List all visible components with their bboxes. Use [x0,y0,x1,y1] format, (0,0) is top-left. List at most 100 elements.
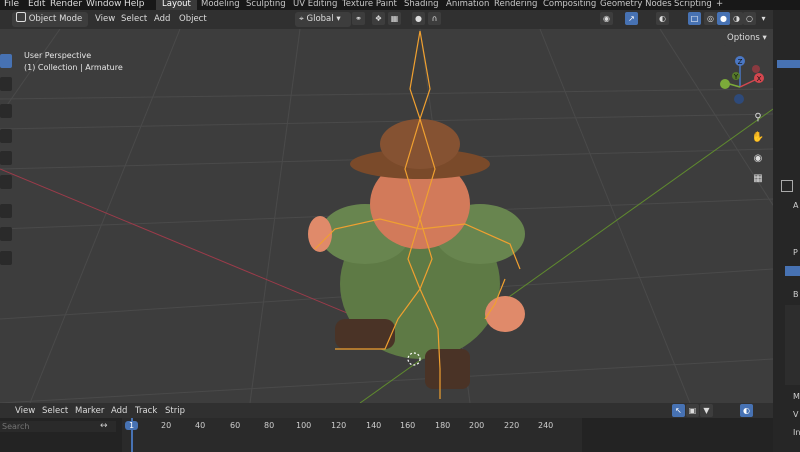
add-workspace-button[interactable]: + [710,0,729,10]
overlay-toggle-icon[interactable]: ◐ [740,404,753,417]
timeline-menu-strip[interactable]: Strip [165,404,185,419]
xray-icon[interactable]: □ [688,12,701,25]
menu-help[interactable]: Help [124,0,145,10]
options-label: Options [727,33,760,43]
frame-tick: 140 [366,421,382,430]
options-dropdown[interactable]: Options ▾ [723,31,771,46]
measure-tool-icon[interactable] [0,227,12,241]
top-menu-bar: File Edit Render Window Help Layout Mode… [0,0,800,10]
wireframe-shading-icon[interactable]: ◎ [704,12,717,25]
timeline-body[interactable]: ↔ [0,418,773,452]
object-mode-icon [16,12,26,22]
pan-hand-icon[interactable]: ✋ [749,129,767,147]
transform-tool-icon[interactable] [0,175,12,189]
timeline-menu-marker[interactable]: Marker [75,404,104,419]
gizmo-x-label: X [757,75,762,83]
properties-editor-icon[interactable] [781,180,793,192]
zoom-icon[interactable]: ⚲ [749,109,767,127]
menu-window[interactable]: Window [86,0,122,10]
rendered-shading-icon[interactable]: ○ [743,12,756,25]
frame-tick: 20 [161,421,172,430]
chevron-down-icon: ▾ [336,14,341,24]
panel-label-v: V [793,410,799,419]
tab-geometry-nodes[interactable]: Geometry Nodes [594,0,678,10]
header-menu-object[interactable]: Object [179,12,207,27]
frame-tick: 120 [331,421,347,430]
tab-sculpting[interactable]: Sculpting [240,0,292,10]
frame-tick: 160 [400,421,416,430]
right-side-panel: A P B M V In [773,10,800,452]
timeline-header: View Select Marker Add Track Strip ↖ ▣ ▼… [0,403,773,418]
panel-label-a: A [793,201,799,210]
chevron-down-icon: ▾ [762,33,767,43]
snap-icon[interactable]: ❖ [372,12,385,25]
frame-tick: 180 [435,421,451,430]
rotate-tool-icon[interactable] [0,129,12,143]
tab-texture-paint[interactable]: Texture Paint [336,0,403,10]
gizmo-z-label: Z [738,58,743,66]
frame-tick: 220 [504,421,520,430]
view-name-label: User Perspective [24,51,92,60]
orientation-label: Global [306,14,334,24]
scale-tool-icon[interactable] [0,151,12,165]
menu-file[interactable]: File [4,0,19,10]
timeline-menu-select[interactable]: Select [42,404,68,419]
frame-icon[interactable]: ▣ [686,404,699,417]
panel-active-tab[interactable] [785,266,800,276]
header-menu-select[interactable]: Select [121,12,147,27]
select-tool-icon[interactable] [0,54,12,68]
menu-render[interactable]: Render [50,0,82,10]
shading-options-icon[interactable]: ▾ [757,12,770,25]
frame-tick: 240 [538,421,554,430]
cursor-tool-icon[interactable] [0,77,12,91]
panel-label-p: P [793,248,798,257]
header-menu-view[interactable]: View [95,12,115,27]
frame-tick: 40 [195,421,206,430]
timeline-menu-track[interactable]: Track [135,404,157,419]
tab-rendering[interactable]: Rendering [488,0,543,10]
pivot-point-icon[interactable]: ⚭ [352,12,365,25]
falloff-icon[interactable]: ∩ [428,12,441,25]
tab-uv-editing[interactable]: UV Editing [287,0,343,10]
tab-shading[interactable]: Shading [398,0,445,10]
select-box-icon[interactable]: ↖ [672,404,685,417]
frame-tick: 200 [469,421,485,430]
timeline-search-input[interactable] [0,421,116,432]
solid-shading-icon[interactable]: ● [717,12,730,25]
swap-arrows-icon[interactable]: ↔ [100,421,108,431]
timeline-menu-add[interactable]: Add [111,404,127,419]
tab-layout[interactable]: Layout [156,0,197,10]
move-tool-icon[interactable] [0,104,12,118]
orientation-icon: ⌖ [299,14,304,24]
material-shading-icon[interactable]: ◑ [730,12,743,25]
gizmo-y-label: Y [733,73,739,81]
3d-viewport[interactable]: User Perspective (1) Collection | Armatu… [0,29,773,403]
proportional-edit-icon[interactable]: ● [412,12,425,25]
navigation-gizmo[interactable]: Z X Y [712,51,772,111]
menu-edit[interactable]: Edit [28,0,45,10]
perspective-toggle-icon[interactable]: ▦ [749,170,767,188]
panel-label-m: M [793,392,800,401]
outliner-selected-row[interactable] [777,60,800,68]
timeline-menu-view[interactable]: View [15,404,35,419]
gizmo-toggle-icon[interactable]: ↗ [625,12,638,25]
mode-label: Object Mode [28,14,83,24]
tab-modeling[interactable]: Modeling [195,0,246,10]
current-frame-indicator[interactable]: 1 [125,421,139,430]
frame-tick: 60 [230,421,241,430]
panel-label-in: In [793,428,800,437]
orientation-dropdown[interactable]: ⌖ Global ▾ [295,12,351,27]
viewport-header: Object Mode ▾ View Select Add Object ⌖ G… [0,10,773,39]
annotate-tool-icon[interactable] [0,204,12,218]
header-menu-add[interactable]: Add [154,12,170,27]
add-cube-tool-icon[interactable] [0,251,12,265]
viewport-grid [0,29,773,403]
snap-target-icon[interactable]: ▦ [388,12,401,25]
overlays-icon[interactable]: ◐ [656,12,669,25]
tab-compositing[interactable]: Compositing [537,0,602,10]
filter-icon[interactable]: ▼ [700,404,713,417]
panel-section [785,305,800,385]
view-object-types-icon[interactable]: ◉ [600,12,613,25]
mode-dropdown[interactable]: Object Mode ▾ [12,12,88,39]
camera-view-icon[interactable]: ◉ [749,150,767,168]
